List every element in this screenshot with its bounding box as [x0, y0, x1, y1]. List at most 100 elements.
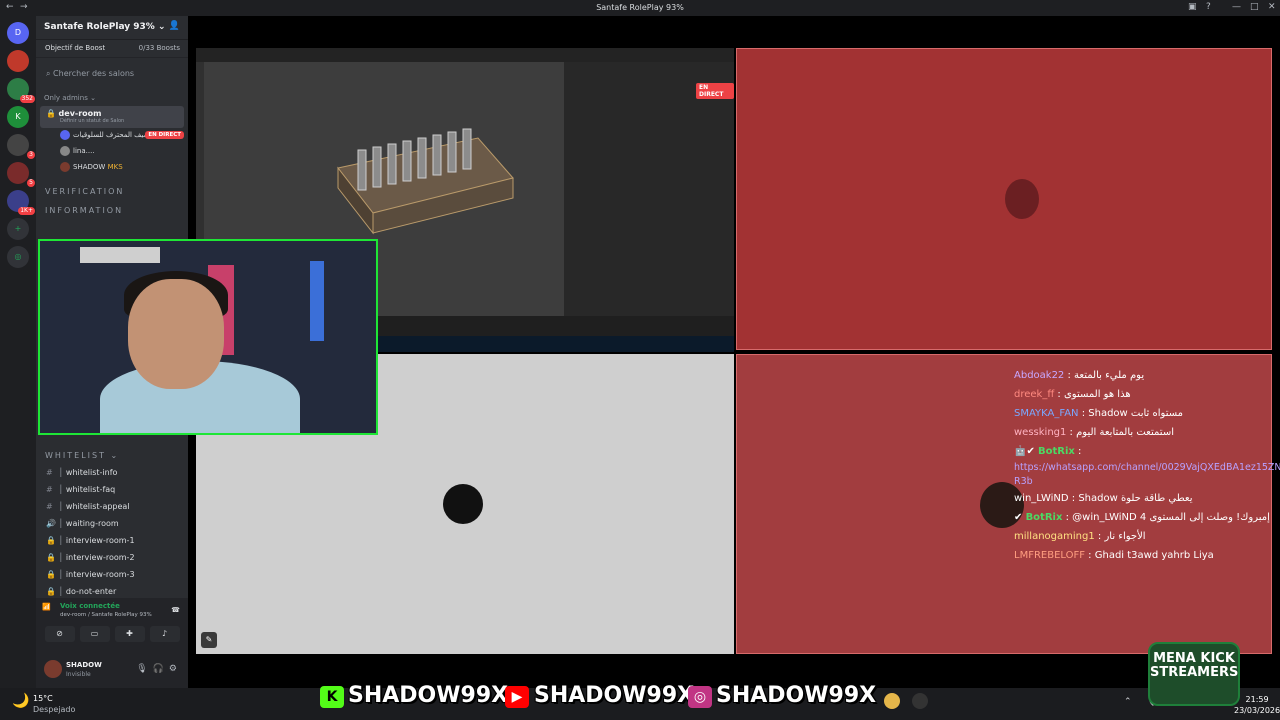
- close-icon[interactable]: ✕: [1268, 2, 1276, 12]
- user-controls: 🎙🎧⚙: [136, 664, 182, 674]
- mic-icon[interactable]: 🎙: [136, 664, 152, 674]
- soundboard-button[interactable]: ♪: [149, 626, 180, 642]
- home-icon[interactable]: D: [7, 22, 29, 44]
- channel-dev-room[interactable]: 🔒 dev-room Définir un statut de Salon: [40, 106, 184, 128]
- user-status: Invisible: [66, 671, 91, 678]
- lock-icon: 🔒: [46, 109, 56, 118]
- help-icon[interactable]: ?: [1206, 2, 1211, 12]
- headphones-icon[interactable]: 🎧: [153, 664, 169, 674]
- kick-icon: K: [320, 686, 344, 708]
- kick-handle: SHADOW99X: [348, 683, 509, 708]
- server-list: D 352 K 3 5 1K+ + ◎: [0, 16, 36, 688]
- title-bar: ← → Santafe RolePlay 93% ▣ ? — □ ✕: [0, 0, 1280, 16]
- chat-message: wessking1 : استمتعت بالمتابعة اليوم: [1014, 427, 1174, 438]
- inbox-icon[interactable]: ▣: [1188, 2, 1197, 12]
- weather-icon[interactable]: 🌙: [12, 693, 29, 709]
- voice-location[interactable]: dev-room / Santafe RolePlay 93%: [60, 612, 182, 618]
- server-icon[interactable]: 3: [7, 134, 35, 159]
- maximize-icon[interactable]: □: [1250, 2, 1259, 12]
- signal-icon[interactable]: 📶: [42, 603, 51, 611]
- chevron-down-icon: ⌄: [157, 22, 166, 32]
- server-icon[interactable]: [7, 50, 29, 72]
- chat-message: ✔ BotRix : @win_LWiND إمبروك! وصلت إلى ا…: [1014, 512, 1270, 523]
- youtube-icon: ▶: [505, 686, 529, 708]
- bot-badge-icon: 🤖✔: [1014, 446, 1039, 457]
- muted-icon: ✎: [201, 632, 217, 648]
- server-icon[interactable]: 5: [7, 162, 35, 187]
- screen-share-button[interactable]: ▭: [79, 626, 110, 642]
- participant-tile[interactable]: [736, 48, 1272, 350]
- channel-search[interactable]: ⌕ Chercher des salons: [42, 66, 182, 82]
- live-badge: EN DIRECT: [696, 83, 734, 99]
- channel-whitelist-info[interactable]: # │ whitelist-info: [40, 465, 184, 482]
- stream-chat: Abdoak22 : يوم مليء بالمتعة dreek_ff : ه…: [1014, 366, 1280, 565]
- user-panel: SHADOW Invisible 🎙🎧⚙: [36, 654, 188, 688]
- chat-message: millanogaming1 : الأجواء نار: [1014, 531, 1146, 542]
- webcam-overlay: [38, 239, 378, 435]
- voice-user[interactable]: lina....: [56, 144, 188, 160]
- channel-interview-room-2[interactable]: 🔒 │ interview-room-2: [40, 550, 184, 567]
- app-icon[interactable]: [884, 693, 900, 709]
- avatar: [60, 146, 70, 156]
- channel-interview-room-1[interactable]: 🔒 │ interview-room-1: [40, 533, 184, 550]
- boost-label: Objectif de Boost: [45, 44, 106, 52]
- date: 23/03/2026: [1234, 706, 1280, 715]
- voice-user[interactable]: SHADOW MKS: [56, 160, 188, 176]
- disconnect-icon[interactable]: ☎: [171, 606, 180, 614]
- category-whitelist[interactable]: WHITELIST ⌄: [36, 446, 188, 465]
- channel-whitelist-appeal[interactable]: # │ whitelist-appeal: [40, 499, 184, 516]
- server-icon[interactable]: 1K+: [7, 190, 35, 215]
- blender-menubar: [196, 48, 734, 62]
- time: 21:59: [1245, 695, 1269, 704]
- avatar[interactable]: [44, 660, 62, 678]
- temperature: 15°C: [33, 694, 53, 703]
- avatar: [1005, 179, 1039, 219]
- youtube-handle: SHADOW99X: [534, 683, 695, 708]
- gear-icon[interactable]: ⚙: [169, 664, 182, 674]
- server-icon[interactable]: 352: [7, 78, 35, 103]
- avatar: [60, 162, 70, 172]
- chat-message: Abdoak22 : يوم مليء بالمتعة: [1014, 370, 1145, 381]
- voice-panel: 📶 Voix connectée dev-room / Santafe Role…: [36, 598, 188, 654]
- instagram-handle: SHADOW99X: [716, 683, 877, 708]
- mining-rig-model: [337, 128, 514, 235]
- voice-user[interactable]: ضيف المحترف للسلوقيات EN DIRECT: [56, 128, 188, 144]
- boost-goal[interactable]: Objectif de Boost 0/33 Boosts: [36, 40, 188, 58]
- category-only-admins[interactable]: Only admins ⌄: [36, 90, 188, 106]
- chat-message: win_LWiND : Shadow يعطي طاقة حلوة: [1014, 493, 1193, 504]
- activities-button[interactable]: ✚: [114, 626, 145, 642]
- user-name: SHADOW: [66, 661, 102, 669]
- app-icon[interactable]: [912, 693, 928, 709]
- chat-message: 🤖✔ BotRix :: [1014, 446, 1082, 457]
- search-icon: ⌕: [46, 69, 54, 78]
- camera-off-button[interactable]: ⊘: [44, 626, 75, 642]
- channel-waiting-room[interactable]: 🔊 │ waiting-room: [40, 516, 184, 533]
- add-server-icon[interactable]: +: [7, 218, 29, 240]
- voice-status: Voix connectée: [60, 602, 120, 610]
- server-name: Santafe RolePlay 93%: [44, 22, 155, 32]
- channel-status[interactable]: Définir un statut de Salon: [60, 118, 178, 124]
- discover-icon[interactable]: ◎: [7, 246, 29, 268]
- weather-condition: Despejado: [33, 705, 76, 714]
- clock[interactable]: 21:59 23/03/2026: [1234, 694, 1280, 716]
- live-badge: EN DIRECT: [145, 131, 184, 139]
- server-header[interactable]: Santafe RolePlay 93% ⌄ 👤: [36, 16, 188, 40]
- channel-interview-room-3[interactable]: 🔒 │ interview-room-3: [40, 567, 184, 584]
- boost-count: 0/33 Boosts: [138, 44, 180, 52]
- instagram-icon: ◎: [688, 686, 712, 708]
- category-verification[interactable]: VERIFICATION: [36, 182, 188, 201]
- chat-link-tail[interactable]: R3b: [1014, 475, 1280, 489]
- category-information[interactable]: INFORMATION: [36, 201, 188, 220]
- channel-whitelist-faq[interactable]: # │ whitelist-faq: [40, 482, 184, 499]
- chat-message: LMFREBELOFF : Ghadi t3awd yahrb Liya: [1014, 550, 1214, 561]
- minimize-icon[interactable]: —: [1232, 2, 1241, 12]
- server-icon[interactable]: K: [7, 106, 29, 128]
- chat-message: dreek_ff : هذا هو المستوى: [1014, 389, 1131, 400]
- add-member-icon[interactable]: 👤: [169, 21, 180, 31]
- avatar: [60, 130, 70, 140]
- chat-link[interactable]: https://whatsapp.com/channel/0029VajQXEd…: [1014, 461, 1280, 475]
- window-title: Santafe RolePlay 93%: [596, 3, 684, 12]
- chat-message: SMAYKA_FAN : Shadow مستواه ثابت: [1014, 408, 1183, 419]
- bot-badge-icon: ✔: [1014, 512, 1026, 523]
- mena-kick-streamers-badge: MENA KICK STREAMERS: [1148, 642, 1240, 706]
